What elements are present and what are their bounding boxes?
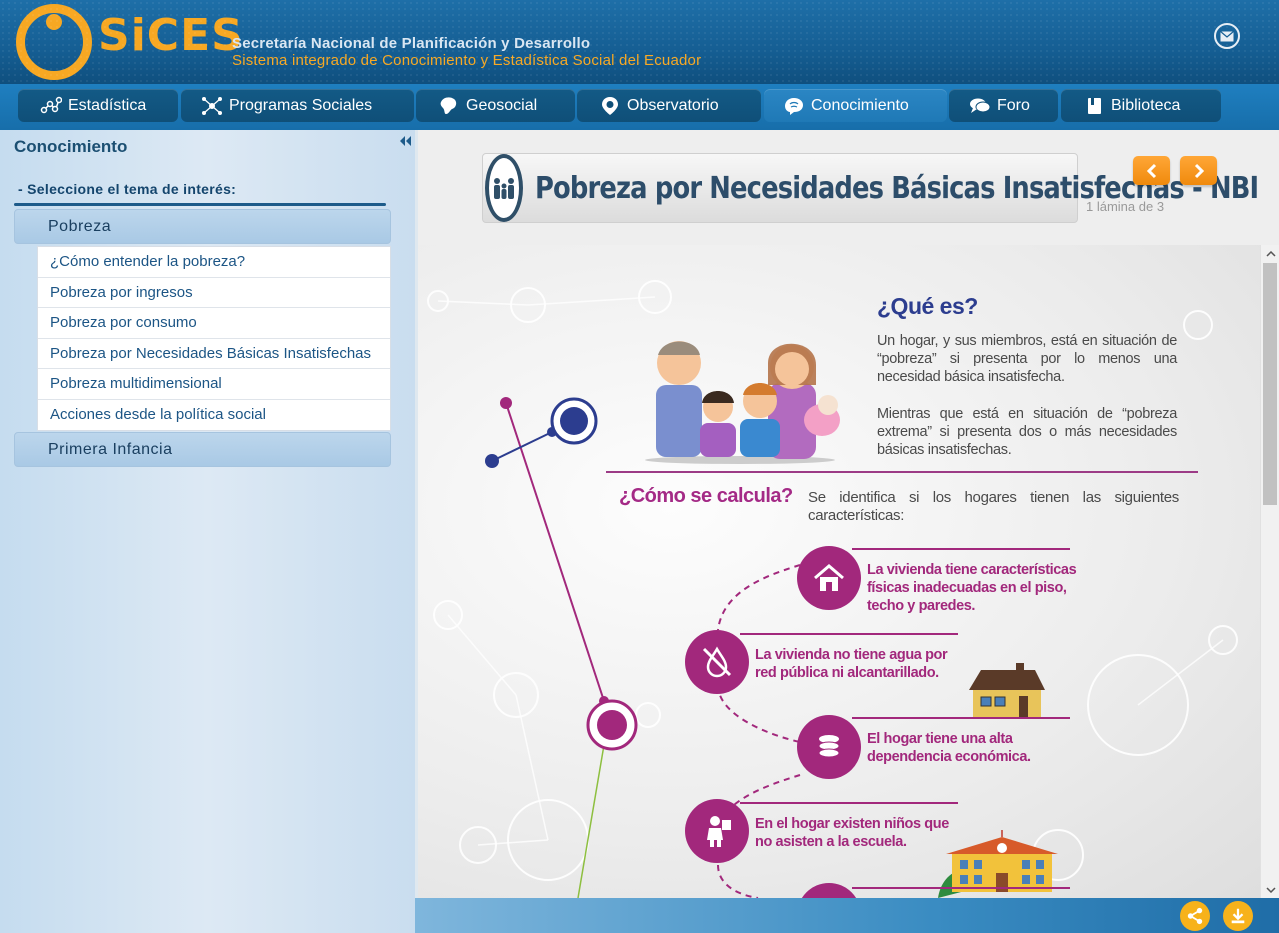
feature-water-text: La vivienda no tiene agua por red públic… bbox=[755, 647, 948, 681]
nav-label: Foro bbox=[997, 96, 1030, 114]
chat-icon bbox=[970, 98, 991, 113]
nav-biblioteca[interactable]: Biblioteca bbox=[1061, 89, 1221, 122]
house-icon bbox=[814, 564, 844, 591]
nav-label: Conocimiento bbox=[811, 96, 909, 114]
feature-school-text: En el hogar existen niños que no asisten… bbox=[755, 816, 949, 850]
nav-programas-sociales[interactable]: Programas Sociales bbox=[181, 89, 414, 122]
feature-underline bbox=[852, 548, 1070, 550]
family-illustration bbox=[645, 341, 840, 464]
mail-button[interactable] bbox=[1214, 23, 1240, 49]
category-label: Primera Infancia bbox=[48, 440, 173, 458]
nav-observatorio[interactable]: Observatorio bbox=[577, 89, 761, 122]
feature-underline bbox=[852, 717, 1070, 719]
topic-como-entender[interactable]: ¿Cómo entender la pobreza? bbox=[38, 247, 390, 278]
feature-economic-text: El hogar tiene una alta dependencia econ… bbox=[867, 731, 1031, 765]
feature-water-badge bbox=[685, 630, 749, 694]
que-es-heading: ¿Qué es? bbox=[877, 293, 978, 319]
main-navigation: Estadística Programas Sociales Geosocial… bbox=[0, 84, 1279, 130]
chevron-down-icon bbox=[1265, 886, 1276, 893]
download-button[interactable] bbox=[1223, 901, 1253, 931]
family-badge-icon bbox=[485, 154, 523, 222]
nav-foro[interactable]: Foro bbox=[949, 89, 1058, 122]
topic-acciones-politica[interactable]: Acciones desde la política social bbox=[38, 400, 390, 431]
house-illustration bbox=[969, 663, 1045, 718]
share-button[interactable] bbox=[1180, 901, 1210, 931]
category-label: Pobreza bbox=[48, 217, 112, 235]
feature-underline bbox=[740, 633, 958, 635]
book-icon bbox=[1088, 97, 1101, 114]
location-icon bbox=[602, 96, 618, 115]
chevron-right-icon bbox=[1194, 163, 1204, 178]
next-slide-button[interactable] bbox=[1180, 156, 1217, 185]
topic-pobreza-ingresos[interactable]: Pobreza por ingresos bbox=[38, 278, 390, 308]
que-es-paragraph-2: Mientras que está en situación de “pobre… bbox=[877, 406, 1177, 458]
app-header: SiCES Secretaría Nacional de Planificaci… bbox=[0, 0, 1279, 84]
topic-pobreza-consumo[interactable]: Pobreza por consumo bbox=[38, 308, 390, 339]
feature-housing-badge bbox=[797, 546, 861, 610]
category-primera-infancia[interactable]: Primera Infancia bbox=[14, 432, 391, 467]
category-pobreza[interactable]: Pobreza bbox=[14, 209, 391, 244]
feature-underline bbox=[740, 802, 958, 804]
download-icon bbox=[1231, 908, 1245, 924]
child-icon bbox=[707, 816, 731, 847]
topic-pobreza-nbi[interactable]: Pobreza por Necesidades Básicas Insatisf… bbox=[38, 339, 390, 369]
scroll-thumb[interactable] bbox=[1263, 263, 1277, 505]
slide-scrollbar[interactable] bbox=[1260, 245, 1279, 898]
scroll-down-button[interactable] bbox=[1261, 881, 1279, 898]
section-divider bbox=[606, 471, 1198, 473]
como-se-calcula-heading: ¿Cómo se calcula? bbox=[619, 485, 793, 507]
slide-title-banner: Pobreza por Necesidades Básicas Insatisf… bbox=[482, 153, 1259, 223]
brain-icon bbox=[785, 97, 803, 115]
nav-estadistica[interactable]: Estadística bbox=[18, 89, 178, 122]
feature-housing-text: La vivienda tiene características física… bbox=[867, 562, 1077, 614]
topic-select-label: - Seleccione el tema de interés: bbox=[18, 181, 237, 197]
nav-label: Biblioteca bbox=[1111, 96, 1181, 114]
que-es-paragraph-1: Un hogar, y sus miembros, está en situac… bbox=[877, 333, 1177, 385]
infographic-slide: ¿Qué es? Un hogar, y sus miembros, está … bbox=[418, 245, 1260, 898]
nav-label: Geosocial bbox=[466, 96, 538, 114]
topic-divider bbox=[14, 203, 386, 206]
molecule-icon bbox=[202, 96, 222, 115]
topic-pobreza-multidimensional[interactable]: Pobreza multidimensional bbox=[38, 369, 390, 400]
logo-wordmark: SiCES bbox=[98, 10, 244, 61]
sidebar-title: Conocimiento bbox=[14, 137, 128, 156]
nav-conocimiento[interactable]: Conocimiento bbox=[764, 89, 947, 122]
no-water-icon bbox=[702, 646, 732, 678]
logo-person-icon bbox=[46, 14, 62, 30]
slide-counter: 1 lámina de 3 bbox=[1086, 199, 1165, 214]
chevron-up-icon bbox=[1265, 250, 1276, 257]
nav-label: Estadística bbox=[68, 96, 147, 114]
como-se-calcula-paragraph: Se identifica si los hogares tienen las … bbox=[808, 489, 1179, 524]
mail-icon bbox=[1220, 30, 1234, 41]
chevron-left-icon bbox=[1146, 163, 1156, 178]
network-icon bbox=[40, 96, 62, 113]
coins-icon bbox=[818, 735, 840, 758]
header-title-primary: Secretaría Nacional de Planificación y D… bbox=[232, 35, 591, 52]
nav-label: Programas Sociales bbox=[229, 96, 373, 114]
content-footer bbox=[415, 898, 1279, 933]
collapse-sidebar-icon[interactable] bbox=[398, 134, 412, 148]
pobreza-topic-list: ¿Cómo entender la pobreza? Pobreza por i… bbox=[37, 246, 391, 431]
feature-underline bbox=[852, 887, 1070, 889]
scroll-up-button[interactable] bbox=[1261, 245, 1279, 262]
map-icon bbox=[440, 96, 457, 114]
feature-school-badge bbox=[685, 799, 749, 863]
feature-economic-badge bbox=[797, 715, 861, 779]
nav-label: Observatorio bbox=[627, 96, 719, 114]
nav-geosocial[interactable]: Geosocial bbox=[416, 89, 575, 122]
sices-logo[interactable]: SiCES bbox=[16, 2, 243, 80]
previous-slide-button[interactable] bbox=[1133, 156, 1170, 185]
header-title-secondary: Sistema integrado de Conocimiento y Esta… bbox=[232, 52, 702, 69]
share-icon bbox=[1187, 907, 1203, 925]
